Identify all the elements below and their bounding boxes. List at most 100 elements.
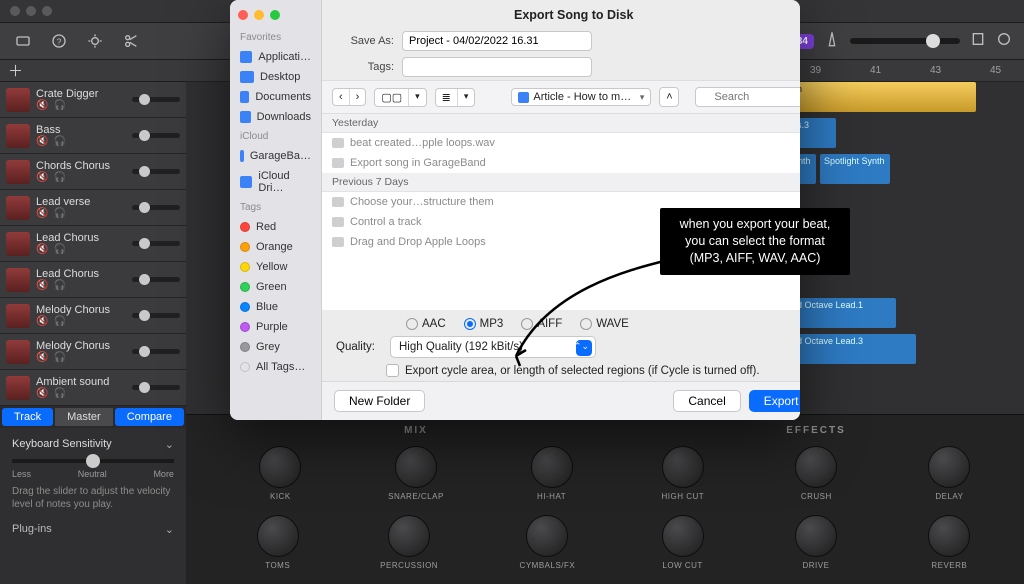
loop-browser-icon[interactable] (996, 31, 1012, 52)
mute-icon[interactable]: 🔇 (36, 244, 48, 255)
location-popup[interactable]: Article - How to make be… ▾ (511, 88, 651, 106)
settings-icon[interactable] (84, 30, 106, 52)
knob-toms[interactable]: TOMS (257, 515, 299, 570)
dialog-traffic-lights[interactable] (230, 8, 321, 28)
file-row[interactable]: Export song in GarageBand (322, 153, 800, 173)
scissors-icon[interactable] (120, 30, 142, 52)
track-row[interactable]: Lead Chorus 🔇 🎧 (0, 262, 186, 298)
track-row[interactable]: Chords Chorus 🔇 🎧 (0, 154, 186, 190)
sidebar-item[interactable]: Documents (230, 87, 321, 107)
sidebar-item[interactable]: iCloud Dri… (230, 166, 321, 198)
go-up-button[interactable]: ˄ (659, 87, 679, 107)
knob-dial[interactable] (388, 515, 430, 557)
chevron-down-icon[interactable]: ⌄ (165, 438, 174, 451)
knob-dial[interactable] (531, 446, 573, 488)
headphones-icon[interactable]: 🎧 (53, 352, 65, 363)
knob-drive[interactable]: DRIVE (795, 515, 837, 570)
knob-high-cut[interactable]: HIGH CUT (662, 446, 705, 501)
knob-dial[interactable] (257, 515, 299, 557)
track-row[interactable]: Lead verse 🔇 🎧 (0, 190, 186, 226)
knob-dial[interactable] (526, 515, 568, 557)
tab-master[interactable]: Master (55, 408, 113, 426)
sidebar-tag[interactable]: Yellow (230, 257, 321, 277)
track-volume-slider[interactable] (132, 313, 180, 318)
new-folder-button[interactable]: New Folder (334, 390, 425, 412)
knob-reverb[interactable]: REVERB (928, 515, 970, 570)
track-row[interactable]: Melody Chorus 🔇 🎧 (0, 298, 186, 334)
knob-dial[interactable] (928, 515, 970, 557)
track-volume-slider[interactable] (132, 385, 180, 390)
knob-percussion[interactable]: PERCUSSION (380, 515, 438, 570)
tags-input[interactable] (402, 57, 592, 77)
search-input[interactable] (695, 87, 800, 107)
headphones-icon[interactable]: 🎧 (53, 208, 65, 219)
view-mode-buttons[interactable]: ▢▢▾ (374, 88, 426, 107)
track-volume-slider[interactable] (132, 133, 180, 138)
mute-icon[interactable]: 🔇 (36, 388, 48, 399)
headphones-icon[interactable]: 🎧 (53, 316, 65, 327)
sidebar-tag[interactable]: All Tags… (230, 357, 321, 377)
headphones-icon[interactable]: 🎧 (53, 388, 65, 399)
track-row[interactable]: Ambient sound 🔇 🎧 (0, 370, 186, 406)
knob-dial[interactable] (395, 446, 437, 488)
mute-icon[interactable]: 🔇 (36, 316, 48, 327)
notepad-icon[interactable] (970, 31, 986, 52)
knob-dial[interactable] (795, 515, 837, 557)
audio-region[interactable]: Spotlight Synth (820, 154, 890, 184)
track-volume-slider[interactable] (132, 241, 180, 246)
radio-aac[interactable]: AAC (406, 318, 446, 330)
knob-kick[interactable]: KICK (259, 446, 301, 501)
track-volume-slider[interactable] (132, 97, 180, 102)
sidebar-item[interactable]: Applicati… (230, 47, 321, 67)
nav-back-forward[interactable]: ‹› (332, 88, 366, 106)
knob-cymbals-fx[interactable]: CYMBALS/FX (520, 515, 576, 570)
track-row[interactable]: Crate Digger 🔇 🎧 (0, 82, 186, 118)
headphones-icon[interactable]: 🎧 (53, 172, 65, 183)
knob-dial[interactable] (662, 446, 704, 488)
track-volume-slider[interactable] (132, 277, 180, 282)
headphones-icon[interactable]: 🎧 (53, 244, 65, 255)
sidebar-tag[interactable]: Blue (230, 297, 321, 317)
knob-crush[interactable]: CRUSH (795, 446, 837, 501)
knob-snare-clap[interactable]: SNARE/CLAP (388, 446, 444, 501)
file-row[interactable]: beat created…pple loops.wav (322, 133, 800, 153)
metronome-icon[interactable] (824, 31, 840, 52)
master-volume-slider[interactable] (850, 38, 960, 44)
knob-dial[interactable] (259, 446, 301, 488)
headphones-icon[interactable]: 🎧 (53, 100, 65, 111)
sidebar-tag[interactable]: Green (230, 277, 321, 297)
sidebar-item[interactable]: GarageBa… (230, 146, 321, 166)
chevron-down-icon[interactable]: ⌄ (165, 523, 174, 536)
track-volume-slider[interactable] (132, 205, 180, 210)
sidebar-tag[interactable]: Purple (230, 317, 321, 337)
knob-delay[interactable]: DELAY (928, 446, 970, 501)
sensitivity-slider[interactable] (12, 459, 174, 463)
knob-dial[interactable] (928, 446, 970, 488)
track-row[interactable]: Melody Chorus 🔇 🎧 (0, 334, 186, 370)
tab-compare[interactable]: Compare (115, 408, 184, 426)
sidebar-tag[interactable]: Red (230, 217, 321, 237)
headphones-icon[interactable]: 🎧 (53, 280, 65, 291)
sidebar-item[interactable]: Downloads (230, 107, 321, 127)
mute-icon[interactable]: 🔇 (36, 352, 48, 363)
sidebar-tag[interactable]: Grey (230, 337, 321, 357)
track-volume-slider[interactable] (132, 349, 180, 354)
mute-icon[interactable]: 🔇 (36, 136, 48, 147)
track-row[interactable]: Bass 🔇 🎧 (0, 118, 186, 154)
knob-hi-hat[interactable]: HI-HAT (531, 446, 573, 501)
cancel-button[interactable]: Cancel (673, 390, 740, 412)
track-row[interactable]: Lead Chorus 🔇 🎧 (0, 226, 186, 262)
knob-dial[interactable] (795, 446, 837, 488)
window-traffic-lights[interactable] (10, 6, 52, 16)
sidebar-item[interactable]: Desktop (230, 67, 321, 87)
mute-icon[interactable]: 🔇 (36, 280, 48, 291)
save-as-input[interactable] (402, 31, 592, 51)
headphones-icon[interactable]: 🎧 (53, 136, 65, 147)
mute-icon[interactable]: 🔇 (36, 208, 48, 219)
add-track-button[interactable]: ＋ (0, 60, 186, 82)
track-volume-slider[interactable] (132, 169, 180, 174)
group-by-button[interactable]: ≣▾ (435, 88, 476, 107)
mute-icon[interactable]: 🔇 (36, 172, 48, 183)
radio-mp3[interactable]: MP3 (464, 318, 504, 330)
export-button[interactable]: Export (749, 390, 800, 412)
